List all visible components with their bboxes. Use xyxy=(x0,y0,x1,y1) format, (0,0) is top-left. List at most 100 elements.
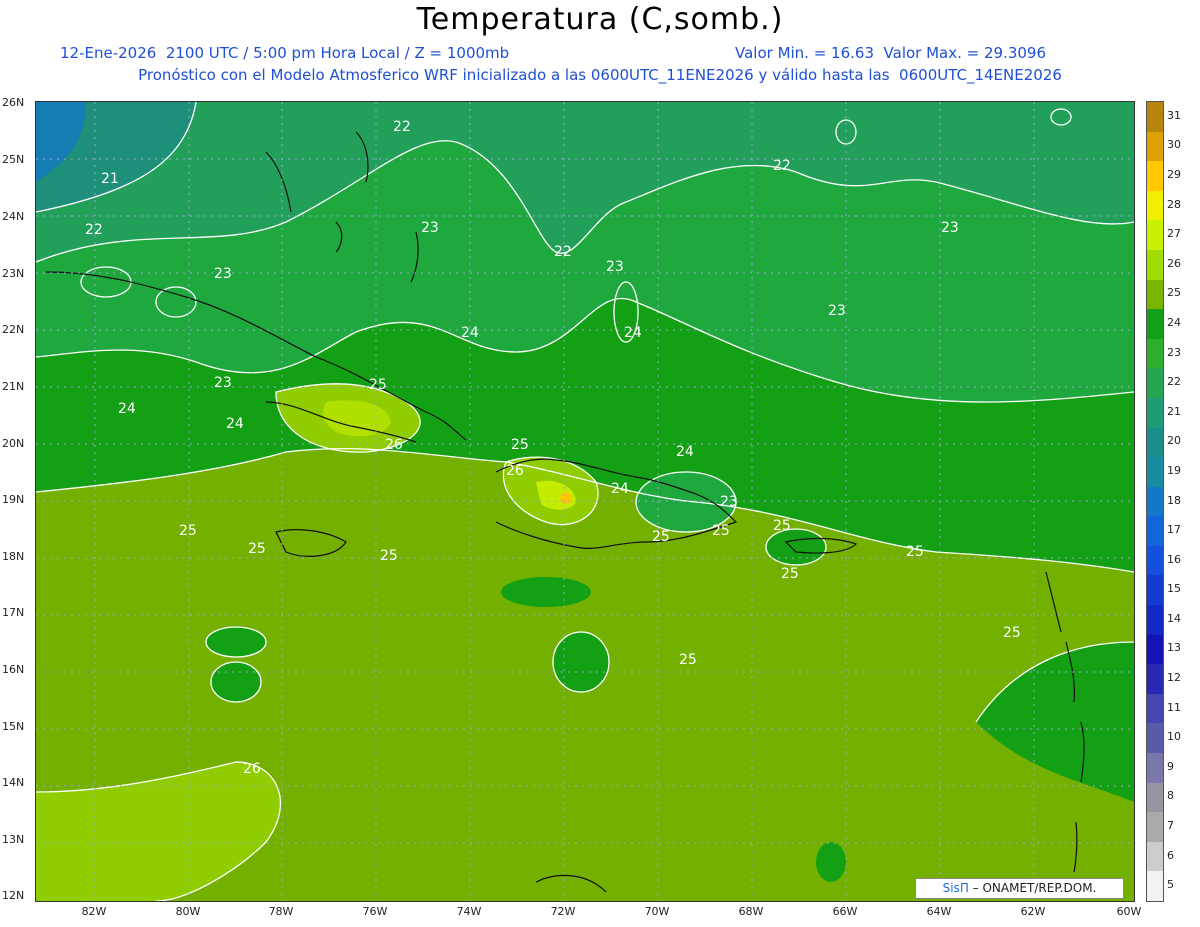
lon-label: 72W xyxy=(550,905,576,918)
colorbar-cell xyxy=(1147,397,1163,428)
contour-label: 25 xyxy=(248,541,266,557)
lon-label: 78W xyxy=(268,905,294,918)
lon-label: 66W xyxy=(832,905,858,918)
colorbar-cell xyxy=(1147,486,1163,517)
contour-label: 23 xyxy=(606,259,624,275)
colorbar-label: 23 xyxy=(1167,345,1181,359)
colorbar-label: 22 xyxy=(1167,375,1181,389)
colorbar-cell xyxy=(1147,427,1163,458)
colorbar-cell xyxy=(1147,457,1163,488)
colorbar-label: 12 xyxy=(1167,671,1181,685)
colorbar-cell xyxy=(1147,664,1163,695)
colorbar-cell xyxy=(1147,161,1163,192)
lon-label: 70W xyxy=(644,905,670,918)
contour-label: 25 xyxy=(380,548,398,564)
temperature-map[interactable]: 22 21 22 23 23 22 23 23 24 22 23 25 24 2… xyxy=(35,101,1135,902)
model-info: Pronóstico con el Modelo Atmosferico WRF… xyxy=(138,66,1062,84)
colorbar-label: 5 xyxy=(1167,878,1174,892)
contour-label: 26 xyxy=(385,437,403,453)
lat-label: 25N xyxy=(2,153,25,166)
colorbar-cell xyxy=(1147,812,1163,843)
colorbar-cell xyxy=(1147,309,1163,340)
colorbar-cell xyxy=(1147,782,1163,813)
contour-label: 26 xyxy=(506,463,524,479)
contour-label: 23 xyxy=(941,220,959,236)
colorbar-cell xyxy=(1147,841,1163,872)
colorbar-cell xyxy=(1147,871,1163,902)
colorbar-cell xyxy=(1147,516,1163,547)
map-title: Temperatura (C,somb.) xyxy=(416,2,784,37)
colorbar-cell xyxy=(1147,753,1163,784)
map-svg: 22 21 22 23 23 22 23 23 24 22 23 25 24 2… xyxy=(36,102,1134,901)
colorbar-cell xyxy=(1147,102,1163,133)
contour-label: 21 xyxy=(101,171,119,187)
colorbar-cell xyxy=(1147,190,1163,221)
colorbar-label: 9 xyxy=(1167,759,1174,773)
colorbar-label: 21 xyxy=(1167,404,1181,418)
contour-label: 23 xyxy=(828,303,846,319)
patch-e xyxy=(816,842,846,882)
min-max-values: Valor Min. = 16.63 Valor Max. = 29.3096 xyxy=(735,44,1047,62)
lat-label: 22N xyxy=(2,323,25,336)
colorbar-label: 16 xyxy=(1167,552,1181,566)
colorbar-cell xyxy=(1147,131,1163,162)
lat-label: 20N xyxy=(2,437,25,450)
colorbar-label: 20 xyxy=(1167,434,1181,448)
colorbar-cell xyxy=(1147,605,1163,636)
lat-label: 23N xyxy=(2,267,25,280)
colorbar-label: 15 xyxy=(1167,582,1181,596)
contour-label: 23 xyxy=(214,375,232,391)
lon-label: 74W xyxy=(456,905,482,918)
colorbar-cell xyxy=(1147,575,1163,606)
lat-label: 14N xyxy=(2,776,25,789)
valid-time: 12-Ene-2026 2100 UTC / 5:00 pm Hora Loca… xyxy=(60,44,510,62)
contour-label: 22 xyxy=(393,119,411,135)
contour-label: 24 xyxy=(624,325,642,341)
contour-label: 22 xyxy=(85,222,103,238)
lat-label: 21N xyxy=(2,380,25,393)
colorbar-label: 8 xyxy=(1167,789,1174,803)
contour-label: 25 xyxy=(652,529,670,545)
contour-label: 24 xyxy=(461,325,479,341)
lat-label: 15N xyxy=(2,720,25,733)
contour-label: 26 xyxy=(243,761,261,777)
lon-label: 60W xyxy=(1116,905,1142,918)
contour-label: 24 xyxy=(226,416,244,432)
colorbar-label: 10 xyxy=(1167,730,1181,744)
colorbar-cell xyxy=(1147,249,1163,281)
lon-label: 80W xyxy=(175,905,201,918)
contour-label: 25 xyxy=(781,566,799,582)
patch-d xyxy=(501,577,591,607)
contour-label: 22 xyxy=(554,244,572,260)
sispi-logo: SisΠ xyxy=(942,881,969,895)
colorbar-label: 24 xyxy=(1167,315,1181,329)
lon-label: 82W xyxy=(81,905,107,918)
credit-text: – ONAMET/REP.DOM. xyxy=(972,881,1097,895)
colorbar-label: 26 xyxy=(1167,256,1181,270)
lat-label: 17N xyxy=(2,606,25,619)
contour-label: 25 xyxy=(906,544,924,560)
colorbar-cell xyxy=(1147,693,1163,724)
colorbar-label: 30 xyxy=(1167,138,1181,152)
contour-label: 24 xyxy=(118,401,136,417)
contour-label: 25 xyxy=(369,377,387,393)
colorbar-label: 7 xyxy=(1167,819,1174,833)
contour-label: 24 xyxy=(676,444,694,460)
colorbar-label: 31 xyxy=(1167,108,1181,122)
lon-label: 64W xyxy=(926,905,952,918)
colorbar-label: 18 xyxy=(1167,493,1181,507)
colorbar-cell xyxy=(1147,545,1163,576)
credit-box: SisΠ – ONAMET/REP.DOM. xyxy=(915,878,1124,899)
lat-label: 12N xyxy=(2,889,25,902)
contour-label: 25 xyxy=(773,518,791,534)
colorbar-cell xyxy=(1147,634,1163,665)
colorbar-cell xyxy=(1147,279,1163,310)
lat-label: 19N xyxy=(2,493,25,506)
contour-label: 25 xyxy=(712,523,730,539)
contour-label: 25 xyxy=(1003,625,1021,641)
lat-label: 26N xyxy=(2,96,25,109)
lat-label: 13N xyxy=(2,833,25,846)
field-29-hotspot xyxy=(560,492,572,504)
contour-label: 23 xyxy=(421,220,439,236)
colorbar-cell xyxy=(1147,368,1163,399)
